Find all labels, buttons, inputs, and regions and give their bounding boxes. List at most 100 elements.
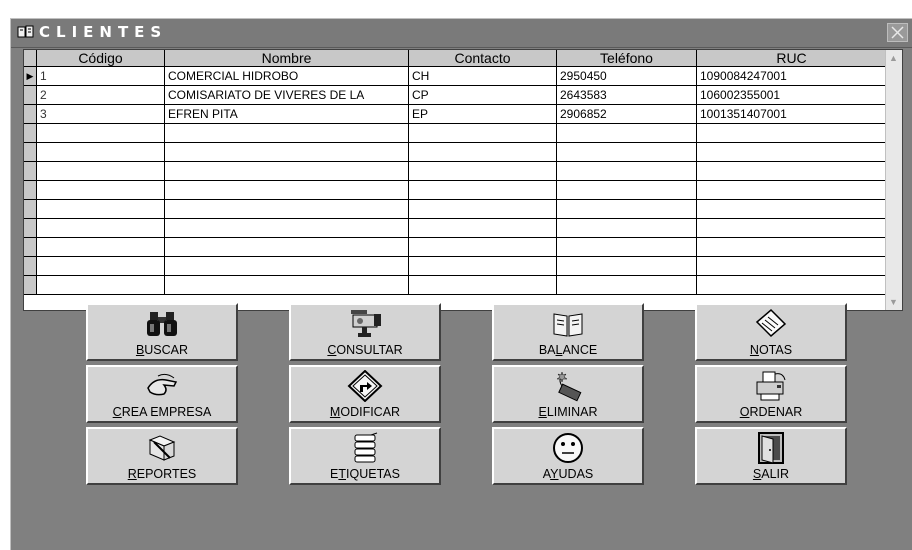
- empty-cell[interactable]: [164, 275, 409, 295]
- empty-table-row[interactable]: [24, 199, 887, 219]
- scroll-down-icon[interactable]: ▼: [889, 297, 898, 307]
- row-indicator[interactable]: [24, 237, 37, 257]
- empty-cell[interactable]: [36, 180, 165, 200]
- empty-table-row[interactable]: [24, 123, 887, 143]
- modificar-button[interactable]: MODIFICAR: [289, 365, 441, 423]
- empty-cell[interactable]: [556, 180, 697, 200]
- clientes-grid[interactable]: Código Nombre Contacto Teléfono RUC ▶ 1 CO…: [23, 49, 903, 311]
- empty-table-row[interactable]: [24, 237, 887, 257]
- column-header-nombre[interactable]: Nombre: [164, 50, 409, 67]
- empty-cell[interactable]: [164, 199, 409, 219]
- empty-cell[interactable]: [164, 237, 409, 257]
- scroll-up-icon[interactable]: ▲: [889, 53, 898, 63]
- cell-contacto[interactable]: EP: [408, 104, 557, 124]
- balance-button[interactable]: BALANCE: [492, 303, 644, 361]
- cell-telefono[interactable]: 2950450: [556, 66, 697, 86]
- empty-cell[interactable]: [36, 142, 165, 162]
- column-header-codigo[interactable]: Código: [36, 50, 165, 67]
- salir-button[interactable]: SALIR: [695, 427, 847, 485]
- row-indicator[interactable]: [24, 275, 37, 295]
- empty-cell[interactable]: [164, 161, 409, 181]
- empty-cell[interactable]: [696, 237, 887, 257]
- empty-cell[interactable]: [36, 218, 165, 238]
- cell-nombre[interactable]: COMISARIATO DE VIVERES DE LA: [164, 85, 409, 105]
- cell-codigo[interactable]: 2: [36, 85, 165, 105]
- empty-cell[interactable]: [556, 256, 697, 276]
- empty-cell[interactable]: [696, 199, 887, 219]
- cell-ruc[interactable]: 106002355001: [696, 85, 887, 105]
- row-indicator[interactable]: [24, 104, 37, 124]
- column-header-ruc[interactable]: RUC: [696, 50, 887, 67]
- cell-contacto[interactable]: CH: [408, 66, 557, 86]
- row-indicator[interactable]: [24, 85, 37, 105]
- crea-empresa-button[interactable]: CREA EMPRESA: [86, 365, 238, 423]
- empty-cell[interactable]: [696, 218, 887, 238]
- empty-cell[interactable]: [164, 123, 409, 143]
- reportes-button[interactable]: REPORTES: [86, 427, 238, 485]
- empty-cell[interactable]: [556, 199, 697, 219]
- table-row[interactable]: 2 COMISARIATO DE VIVERES DE LA CP 2643583 10…: [24, 85, 887, 105]
- empty-cell[interactable]: [164, 256, 409, 276]
- empty-cell[interactable]: [408, 199, 557, 219]
- row-indicator[interactable]: [24, 218, 37, 238]
- empty-cell[interactable]: [408, 123, 557, 143]
- empty-cell[interactable]: [408, 237, 557, 257]
- empty-cell[interactable]: [164, 218, 409, 238]
- empty-cell[interactable]: [408, 275, 557, 295]
- empty-cell[interactable]: [556, 275, 697, 295]
- column-header-telefono[interactable]: Teléfono: [556, 50, 697, 67]
- empty-cell[interactable]: [408, 180, 557, 200]
- ayudas-button[interactable]: AYUDAS: [492, 427, 644, 485]
- empty-table-row[interactable]: [24, 161, 887, 181]
- empty-cell[interactable]: [696, 123, 887, 143]
- empty-cell[interactable]: [164, 142, 409, 162]
- empty-cell[interactable]: [36, 275, 165, 295]
- empty-cell[interactable]: [36, 199, 165, 219]
- consultar-button[interactable]: CONSULTAR: [289, 303, 441, 361]
- buscar-button[interactable]: BUSCAR: [86, 303, 238, 361]
- empty-cell[interactable]: [556, 237, 697, 257]
- empty-cell[interactable]: [556, 218, 697, 238]
- empty-cell[interactable]: [696, 275, 887, 295]
- current-row-indicator-icon[interactable]: ▶: [24, 66, 37, 86]
- empty-cell[interactable]: [556, 123, 697, 143]
- row-indicator[interactable]: [24, 256, 37, 276]
- eliminar-button[interactable]: ELIMINAR: [492, 365, 644, 423]
- empty-cell[interactable]: [36, 161, 165, 181]
- cell-telefono[interactable]: 2906852: [556, 104, 697, 124]
- empty-table-row[interactable]: [24, 256, 887, 276]
- empty-cell[interactable]: [36, 123, 165, 143]
- empty-cell[interactable]: [408, 256, 557, 276]
- table-row[interactable]: ▶ 1 COMERCIAL HIDROBO CH 2950450 109008424700…: [24, 66, 887, 86]
- empty-cell[interactable]: [556, 142, 697, 162]
- empty-cell[interactable]: [36, 256, 165, 276]
- empty-table-row[interactable]: [24, 142, 887, 162]
- row-indicator[interactable]: [24, 142, 37, 162]
- cell-ruc[interactable]: 1001351407001: [696, 104, 887, 124]
- cell-contacto[interactable]: CP: [408, 85, 557, 105]
- cell-nombre[interactable]: COMERCIAL HIDROBO: [164, 66, 409, 86]
- row-indicator[interactable]: [24, 199, 37, 219]
- empty-table-row[interactable]: [24, 275, 887, 295]
- vertical-scrollbar[interactable]: ▲ ▼: [885, 50, 902, 310]
- empty-cell[interactable]: [556, 161, 697, 181]
- table-row[interactable]: 3 EFREN PITA EP 2906852 1001351407001: [24, 104, 887, 124]
- empty-table-row[interactable]: [24, 180, 887, 200]
- empty-cell[interactable]: [696, 142, 887, 162]
- column-header-contacto[interactable]: Contacto: [408, 50, 557, 67]
- cell-codigo[interactable]: 3: [36, 104, 165, 124]
- empty-cell[interactable]: [36, 237, 165, 257]
- row-indicator[interactable]: [24, 180, 37, 200]
- row-indicator[interactable]: [24, 123, 37, 143]
- empty-table-row[interactable]: [24, 218, 887, 238]
- notas-button[interactable]: NOTAS: [695, 303, 847, 361]
- close-button[interactable]: [887, 23, 908, 42]
- cell-ruc[interactable]: 1090084247001: [696, 66, 887, 86]
- empty-cell[interactable]: [164, 180, 409, 200]
- empty-cell[interactable]: [696, 180, 887, 200]
- cell-telefono[interactable]: 2643583: [556, 85, 697, 105]
- cell-nombre[interactable]: EFREN PITA: [164, 104, 409, 124]
- empty-cell[interactable]: [408, 218, 557, 238]
- cell-codigo[interactable]: 1: [36, 66, 165, 86]
- empty-cell[interactable]: [696, 256, 887, 276]
